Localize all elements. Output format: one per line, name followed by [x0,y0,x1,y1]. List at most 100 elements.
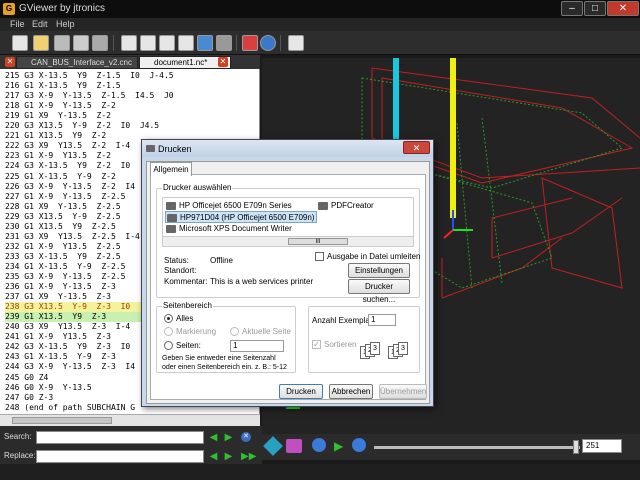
cut-icon[interactable] [140,35,156,51]
help-icon[interactable] [260,35,276,51]
save-icon[interactable] [54,35,70,51]
menu-file[interactable]: File [10,19,25,29]
code-line[interactable]: 219 G1 X9 Y-13.5 Z-2 [5,111,259,121]
printer-name: Microsoft XPS Document Writer [179,224,292,233]
printer-group-title: Drucker auswählen [162,183,233,192]
find-replace-bar: Search: ◀ ▶ ✕ Replace: ◀ ▶ ▶▶ [0,426,262,464]
printer-list[interactable]: HP Officejet 6500 E709n Series PDFCreato… [162,197,414,247]
tab-label: document1.nc* [154,58,208,67]
range-all-label: Alles [176,314,194,323]
replace-label: Replace: [4,451,36,460]
menu-edit[interactable]: Edit [32,19,48,29]
collate-checkbox[interactable]: ✓ [312,340,321,349]
collate-label: Sortieren [324,340,357,349]
range-current-radio[interactable] [230,327,239,336]
view-cube-icon[interactable] [263,436,283,456]
print-icon[interactable] [92,35,108,51]
replace-next-icon[interactable]: ▶ [224,451,233,462]
tool-spindle-yellow [450,58,456,218]
scrollbar-thumb[interactable] [12,417,112,424]
tab-allgemein[interactable]: Allgemein [150,162,192,176]
image-icon[interactable] [178,35,194,51]
range-current-label: Aktuelle Seite [242,327,291,336]
frame-spinbox[interactable]: 251 [582,439,622,453]
status-value: Offline [210,256,233,265]
toolbar-separator [280,35,281,51]
cancel-button[interactable]: Abbrechen [329,384,373,399]
app-logo-icon: G [3,3,15,15]
undo-icon[interactable] [197,35,213,51]
replace-all-icon[interactable]: ▶▶ [241,451,256,462]
print-dialog: Drucken ✕ Allgemein Drucker auswählen HP… [141,139,434,407]
range-pages-radio[interactable] [164,341,173,350]
printer-item[interactable]: HP Officejet 6500 E709n Series [165,200,315,211]
tool-path-cyan [393,58,399,150]
close-tab-icon[interactable]: ✕ [5,57,15,67]
printer-name: HP Officejet 6500 E709n Series [179,201,292,210]
apply-button[interactable]: Übernehmen [379,384,427,399]
open-folder-icon[interactable] [33,35,49,51]
printer-item[interactable]: PDFCreator [317,200,409,211]
copy-icon[interactable] [121,35,137,51]
collate-pages-icon: 1 2 3 [360,342,384,362]
render-mode-icon[interactable] [286,439,302,453]
printer-item-selected[interactable]: HP971D04 (HP Officejet 6500 E709n) [165,211,317,223]
simulation-controls: ▶ 251 [262,434,640,460]
menu-help[interactable]: Help [56,19,75,29]
settings-button[interactable]: Einstellungen [348,263,410,278]
new-file-icon[interactable] [12,35,28,51]
toolbar-separator [236,35,237,51]
maximize-button[interactable]: □ [584,1,606,16]
code-line[interactable]: 215 G3 X-13.5 Y9 Z-1.5 I0 J-4.5 [5,71,259,81]
dialog-close-button[interactable]: ✕ [403,141,430,154]
comment-value: This is a web services printer [210,277,314,286]
horizontal-scrollbar[interactable] [0,414,260,426]
paste-icon[interactable] [159,35,175,51]
code-line[interactable]: 218 G1 X-9 Y-13.5 Z-2 [5,101,259,111]
export-icon[interactable] [288,35,304,51]
pause-icon[interactable] [352,438,366,452]
redo-icon[interactable] [216,35,232,51]
slider-handle[interactable] [573,440,579,454]
tab-can-bus-interface[interactable]: CAN_BUS_Interface_v2.cnc [16,56,138,69]
status-bar [0,464,640,480]
find-next-icon[interactable]: ▶ [224,432,233,443]
clear-search-icon[interactable]: ✕ [241,432,251,442]
print-to-file-checkbox[interactable] [315,252,324,261]
replace-input[interactable] [36,450,204,463]
stop-icon[interactable] [312,438,326,452]
print-to-file-label: Ausgabe in Datei umleiten [327,252,421,261]
find-printer-button[interactable]: Drucker suchen... [348,279,410,304]
save-all-icon[interactable] [73,35,89,51]
code-line[interactable]: 216 G1 X-13.5 Y9 Z-1.5 [5,81,259,91]
printer-list-scrollbar[interactable]: III [163,236,413,246]
range-selection-label: Markierung [176,327,217,336]
range-hint: Geben Sie entweder eine Seitenzahl oder … [162,355,287,371]
progress-slider[interactable] [374,446,580,449]
window-title: GViewer by jtronics [19,3,105,14]
replace-prev-icon[interactable]: ◀ [209,451,218,462]
collate-pages-icon: 1 2 3 [388,342,412,362]
pages-input[interactable]: 1 [230,340,284,352]
close-window-button[interactable]: ✕ [607,1,639,16]
code-line[interactable]: 220 G3 X13.5 Y-9 Z-2 I0 J4.5 [5,121,259,131]
play-icon[interactable]: ▶ [334,439,343,453]
range-selection-radio[interactable] [164,327,173,336]
printer-item[interactable]: Microsoft XPS Document Writer [165,223,315,234]
copies-input[interactable]: 1 [368,314,396,326]
code-line[interactable]: 217 G3 X-9 Y-13.5 Z-1.5 I4.5 J0 [5,91,259,101]
print-button[interactable]: Drucken [279,384,323,399]
page-range-title: Seitenbereich [162,301,213,310]
close-tab-icon[interactable]: ✕ [218,57,228,67]
menu-bar: File Edit Help [0,18,640,31]
minimize-button[interactable]: – [561,1,583,16]
location-label: Standort: [164,266,197,275]
simulate-icon[interactable] [242,35,258,51]
printer-icon [146,145,155,152]
search-input[interactable] [36,431,204,444]
printer-name: PDFCreator [331,201,374,210]
printer-name: HP971D04 (HP Officejet 6500 E709n) [180,213,315,222]
range-all-radio[interactable] [164,314,173,323]
scrollbar-thumb[interactable]: III [288,238,348,245]
find-prev-icon[interactable]: ◀ [209,432,218,443]
